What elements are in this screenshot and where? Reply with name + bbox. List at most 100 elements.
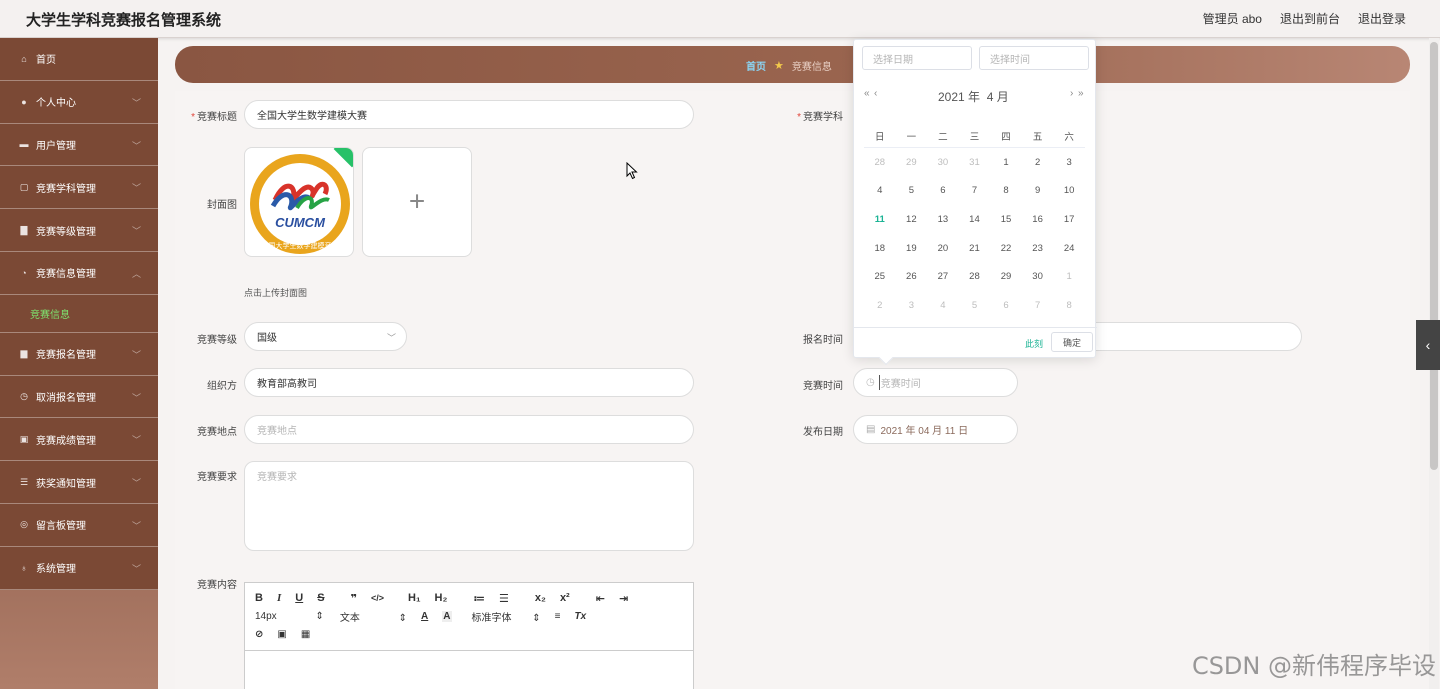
day-cell[interactable]: 7	[959, 185, 991, 196]
comp-time-input[interactable]: ◷ 竞赛时间	[853, 368, 1018, 397]
sidebar-item-grades[interactable]: ▣ 竞赛成绩管理 ﹀	[0, 418, 158, 462]
sidebar-item-messages[interactable]: ◎ 留言板管理 ﹀	[0, 503, 158, 547]
bold-button[interactable]: B	[255, 592, 263, 604]
upload-button[interactable]: +	[362, 147, 472, 257]
font-family-select[interactable]: 标准字体 ⇕	[472, 609, 541, 624]
day-cell[interactable]: 30	[1022, 271, 1054, 282]
collapse-panel-button[interactable]: ‹	[1416, 320, 1440, 370]
subscript-button[interactable]: x₂	[535, 592, 546, 604]
day-cell[interactable]: 24	[1053, 243, 1085, 254]
day-cell[interactable]: 8	[990, 185, 1022, 196]
day-cell[interactable]: 20	[927, 243, 959, 254]
day-cell[interactable]: 23	[1022, 243, 1054, 254]
confirm-button[interactable]: 确定	[1051, 332, 1093, 352]
day-cell[interactable]: 30	[927, 157, 959, 168]
outdent-button[interactable]: ⇤	[596, 592, 605, 605]
video-icon[interactable]: ▦	[301, 629, 310, 640]
sidebar-item-profile[interactable]: ● 个人中心 ﹀	[0, 80, 158, 124]
font-size-select[interactable]: 14px ⇕	[255, 611, 324, 622]
day-cell[interactable]: 13	[927, 214, 959, 225]
sidebar-item-info[interactable]: ◔ 竞赛信息管理 ︿	[0, 251, 158, 295]
day-cell[interactable]: 2	[1022, 157, 1054, 168]
day-cell[interactable]: 25	[864, 271, 896, 282]
picker-month[interactable]: 4 月	[987, 90, 1009, 104]
day-cell[interactable]: 6	[990, 300, 1022, 311]
sidebar-item-awards[interactable]: ☰ 获奖通知管理 ﹀	[0, 461, 158, 504]
day-cell[interactable]: 26	[896, 271, 928, 282]
day-cell[interactable]: 6	[927, 185, 959, 196]
day-cell[interactable]: 19	[896, 243, 928, 254]
day-cell[interactable]: 21	[959, 243, 991, 254]
day-cell[interactable]: 7	[1022, 300, 1054, 311]
publish-date-input[interactable]: ▤ 2021 年 04 月 11 日	[853, 415, 1018, 444]
picker-date-input[interactable]: 选择日期	[862, 46, 972, 70]
prev-month-icon[interactable]: ‹	[874, 88, 877, 99]
requirement-textarea[interactable]: 竞赛要求	[244, 461, 694, 551]
day-cell[interactable]: 2	[864, 300, 896, 311]
sidebar-item-subjects[interactable]: ▢ 竞赛学科管理 ﹀	[0, 166, 158, 210]
day-cell[interactable]: 10	[1053, 185, 1085, 196]
cover-image[interactable]: CUMCM 中国大学生数学建模竞赛	[244, 147, 354, 257]
day-cell[interactable]: 31	[959, 157, 991, 168]
day-cell-today[interactable]: 11	[864, 214, 896, 225]
sidebar-item-signup[interactable]: ▆ 竞赛报名管理 ﹀	[0, 332, 158, 376]
sidebar-item-cancel[interactable]: ◷ 取消报名管理 ﹀	[0, 375, 158, 419]
day-cell[interactable]: 14	[959, 214, 991, 225]
scrollbar-thumb[interactable]	[1430, 42, 1438, 470]
sidebar-subitem-info[interactable]: 竞赛信息	[0, 294, 158, 333]
text-style-select[interactable]: 文本 ⇕	[340, 609, 407, 624]
sidebar-item-levels[interactable]: ▇ 竞赛等级管理 ﹀	[0, 209, 158, 252]
day-cell[interactable]: 27	[927, 271, 959, 282]
bullet-list-button[interactable]: ☰	[499, 592, 509, 605]
clear-format-button[interactable]: Tx	[575, 611, 587, 622]
sidebar-item-home[interactable]: ⌂ 首页	[0, 38, 158, 81]
organizer-input[interactable]: 教育部高教司	[244, 368, 694, 397]
day-cell[interactable]: 22	[990, 243, 1022, 254]
day-cell[interactable]: 15	[990, 214, 1022, 225]
location-input[interactable]: 竞赛地点	[244, 415, 694, 444]
day-cell[interactable]: 17	[1053, 214, 1085, 225]
italic-button[interactable]: I	[277, 592, 281, 604]
day-cell[interactable]: 18	[864, 243, 896, 254]
level-select[interactable]: 国级 ﹀	[244, 322, 407, 351]
day-cell[interactable]: 5	[896, 185, 928, 196]
day-cell[interactable]: 3	[896, 300, 928, 311]
font-color-button[interactable]: A	[421, 611, 428, 622]
sidebar-item-users[interactable]: ▬ 用户管理 ﹀	[0, 123, 158, 167]
day-cell[interactable]: 4	[864, 185, 896, 196]
rich-text-editor[interactable]: B I U S ❞ </> H₁ H₂ ≔ ☰ x₂ x² ⇤ ⇥ 14px ⇕	[244, 582, 694, 689]
day-cell[interactable]: 29	[896, 157, 928, 168]
code-button[interactable]: </>	[371, 593, 384, 603]
sidebar-item-system[interactable]: ♁ 系统管理 ﹀	[0, 546, 158, 590]
bg-color-button[interactable]: A	[442, 610, 452, 622]
now-button[interactable]: 此刻	[1025, 337, 1043, 350]
strike-button[interactable]: S	[317, 592, 324, 604]
day-cell[interactable]: 12	[896, 214, 928, 225]
day-cell[interactable]: 8	[1053, 300, 1085, 311]
day-cell[interactable]: 28	[959, 271, 991, 282]
ordered-list-button[interactable]: ≔	[473, 592, 485, 605]
logout-link[interactable]: 退出登录	[1358, 10, 1406, 27]
h2-button[interactable]: H₂	[435, 592, 448, 604]
link-icon[interactable]: ⊘	[255, 629, 263, 640]
day-cell[interactable]: 29	[990, 271, 1022, 282]
image-icon[interactable]: ▣	[277, 629, 286, 640]
picker-time-input[interactable]: 选择时间	[979, 46, 1089, 70]
day-cell[interactable]: 5	[959, 300, 991, 311]
prev-year-icon[interactable]: «	[864, 88, 870, 99]
day-cell[interactable]: 1	[990, 157, 1022, 168]
day-cell[interactable]: 4	[927, 300, 959, 311]
h1-button[interactable]: H₁	[408, 592, 421, 604]
day-cell[interactable]: 3	[1053, 157, 1085, 168]
breadcrumb-home[interactable]: 首页	[746, 58, 766, 73]
superscript-button[interactable]: x²	[560, 592, 570, 604]
day-cell[interactable]: 28	[864, 157, 896, 168]
title-input[interactable]: 全国大学生数学建模大赛	[244, 100, 694, 129]
picker-year[interactable]: 2021 年	[938, 90, 980, 104]
next-month-icon[interactable]: ›	[1070, 88, 1073, 99]
next-year-icon[interactable]: »	[1078, 88, 1084, 99]
align-button[interactable]: ≡	[555, 611, 561, 622]
indent-button[interactable]: ⇥	[619, 592, 628, 605]
day-cell[interactable]: 9	[1022, 185, 1054, 196]
quote-button[interactable]: ❞	[351, 592, 357, 605]
